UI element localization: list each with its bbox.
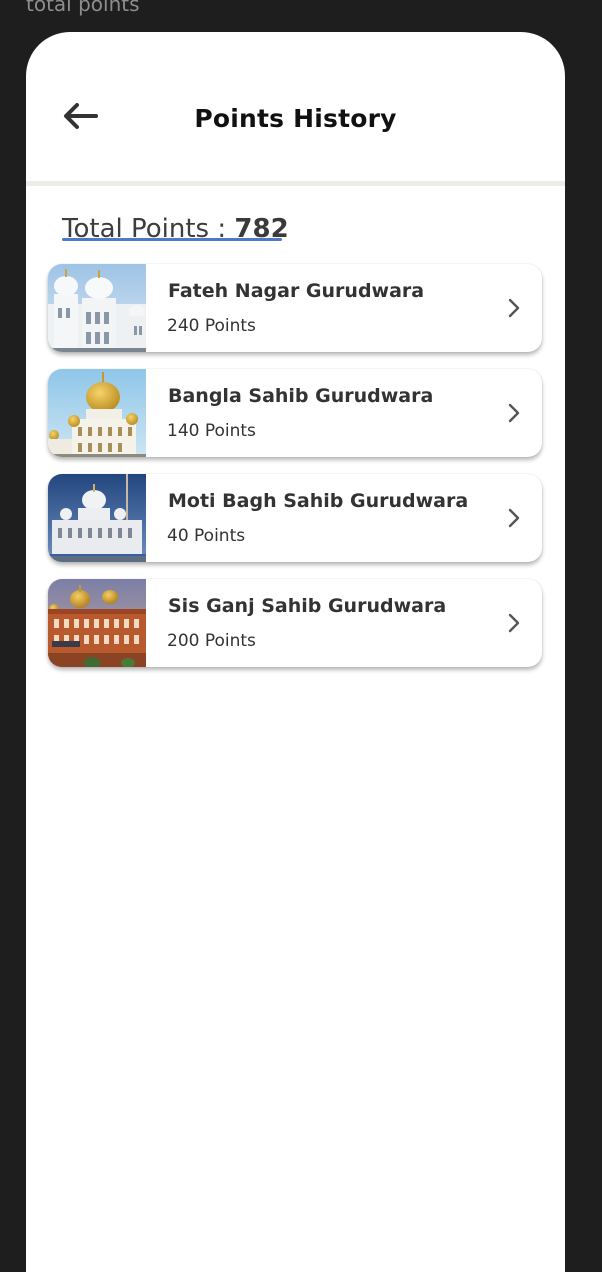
chevron-right-icon bbox=[504, 612, 524, 634]
gurudwara-thumbnail bbox=[48, 474, 146, 562]
gurudwara-name: Fateh Nagar Gurudwara bbox=[168, 280, 425, 302]
history-item-sis-ganj-sahib[interactable]: Sis Ganj Sahib Gurudwara 200 Points bbox=[48, 579, 542, 667]
gurudwara-thumbnail bbox=[48, 369, 146, 457]
chevron-right-icon bbox=[504, 507, 524, 529]
phone-screen: Points History Total Points : 782 Fateh … bbox=[26, 32, 565, 1272]
history-item-bangla-sahib[interactable]: Bangla Sahib Gurudwara 140 Points bbox=[48, 369, 542, 457]
history-item-fateh-nagar[interactable]: Fateh Nagar Gurudwara 240 Points bbox=[48, 264, 542, 352]
gurudwara-name: Moti Bagh Sahib Gurudwara bbox=[168, 490, 469, 512]
header-divider bbox=[26, 181, 565, 186]
points-earned: 240 Points bbox=[167, 316, 256, 336]
app-header: Points History bbox=[26, 32, 565, 182]
points-history-list: Fateh Nagar Gurudwara 240 Points Bangla … bbox=[48, 264, 542, 684]
gurudwara-name: Bangla Sahib Gurudwara bbox=[168, 385, 434, 407]
points-earned: 40 Points bbox=[167, 526, 246, 546]
gurudwara-thumbnail bbox=[48, 579, 146, 667]
points-earned: 200 Points bbox=[167, 631, 256, 651]
chevron-right-icon bbox=[504, 402, 524, 424]
gurudwara-thumbnail bbox=[48, 264, 146, 352]
total-points-underline bbox=[62, 238, 282, 241]
history-item-moti-bagh-sahib[interactable]: Moti Bagh Sahib Gurudwara 40 Points bbox=[48, 474, 542, 562]
points-earned: 140 Points bbox=[167, 421, 256, 441]
gurudwara-name: Sis Ganj Sahib Gurudwara bbox=[168, 595, 447, 617]
chevron-right-icon bbox=[504, 297, 524, 319]
frame-label: total points bbox=[26, 0, 140, 16]
page-title: Points History bbox=[194, 104, 397, 133]
